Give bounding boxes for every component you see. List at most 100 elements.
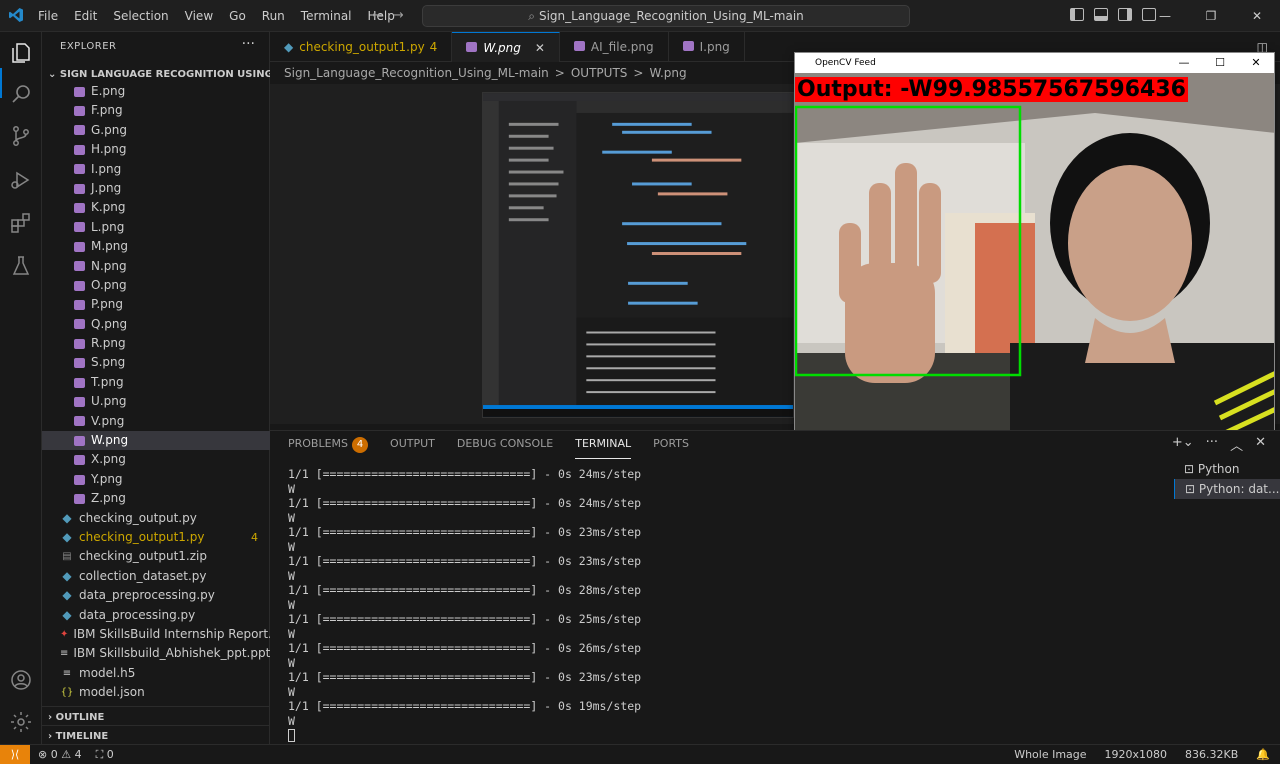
breadcrumb-root[interactable]: Sign_Language_Recognition_Using_ML-main <box>284 62 549 84</box>
tree-item[interactable]: G.png <box>42 121 270 140</box>
tree-item[interactable]: O.png <box>42 276 270 295</box>
tree-item[interactable]: ◆ checking_output.py <box>42 509 270 528</box>
tree-item[interactable]: F.png <box>42 101 270 120</box>
toggle-panel-icon[interactable] <box>1094 8 1108 21</box>
tab-problems[interactable]: PROBLEMS 4 <box>288 437 369 459</box>
minimize-icon[interactable]: — <box>1142 0 1188 32</box>
notifications-bell-icon[interactable]: 🔔 <box>1256 745 1270 764</box>
tree-item[interactable]: ✦ IBM SkillsBuild Internship Report.pdf <box>42 625 291 644</box>
opencv-maximize-icon[interactable]: ☐ <box>1202 53 1238 73</box>
close-tab-icon[interactable]: ✕ <box>535 41 545 55</box>
editor-tab[interactable]: ◆ checking_output1.py 4 <box>270 32 453 62</box>
tree-item[interactable]: ▤ checking_output1.zip <box>42 547 270 566</box>
tree-item[interactable]: N.png <box>42 257 270 276</box>
tree-item[interactable]: S.png <box>42 353 270 372</box>
tree-item[interactable]: X.png <box>42 450 270 469</box>
ports-status[interactable]: ⛶ 0 <box>96 745 114 764</box>
tab-terminal[interactable]: TERMINAL <box>575 437 632 459</box>
toggle-secondary-sidebar-icon[interactable] <box>1118 8 1132 21</box>
editor-tab-label: AI_file.png <box>590 40 654 54</box>
problems-count-badge: 4 <box>352 437 369 453</box>
tree-item[interactable]: ◆ collection_dataset.py <box>42 567 270 586</box>
tree-item[interactable]: {} model.json <box>42 683 270 702</box>
tree-item[interactable]: ≡ model.h5 <box>42 664 270 683</box>
zip-file-icon: ▤ <box>62 551 72 563</box>
vscode-logo-icon <box>9 8 23 22</box>
terminal-output[interactable]: 1/1 [==============================] - 0… <box>288 467 1158 743</box>
tree-item[interactable]: ≡ IBM Skillsbuild_Abhishek_ppt.pptx <box>42 644 277 663</box>
python-icon: ◆ <box>284 40 294 54</box>
image-preview-screenshot[interactable] <box>482 92 794 418</box>
tree-item-label: Y.png <box>91 471 123 486</box>
toggle-sidebar-icon[interactable] <box>1070 8 1084 21</box>
image-icon <box>682 40 694 54</box>
opencv-minimize-icon[interactable]: — <box>1166 53 1202 73</box>
menu-run[interactable]: Run <box>254 0 293 32</box>
search-view-icon[interactable] <box>9 82 33 106</box>
breadcrumb-separator: > <box>554 66 565 80</box>
tree-item[interactable]: ◆ data_processing.py <box>42 606 270 625</box>
tree-item[interactable]: Y.png <box>42 470 270 489</box>
testing-flask-icon[interactable] <box>9 254 33 278</box>
tree-item[interactable]: I.png <box>42 160 270 179</box>
command-center-search[interactable]: ⌕ Sign_Language_Recognition_Using_ML-main <box>422 5 910 27</box>
opencv-feed-window[interactable]: OpenCV Feed — ☐ ✕ Output: -W99.985575675… <box>794 52 1275 435</box>
tree-item[interactable]: M.png <box>42 237 270 256</box>
tree-item[interactable]: V.png <box>42 412 270 431</box>
menu-view[interactable]: View <box>177 0 221 32</box>
tab-ports[interactable]: PORTS <box>653 437 689 459</box>
problems-status[interactable]: ⊗ 0 ⚠ 4 <box>38 745 82 764</box>
image-zoom-status[interactable]: Whole Image <box>1014 745 1086 764</box>
tree-item[interactable]: ◆ checking_output1.py 4 <box>42 528 270 547</box>
back-arrow-icon[interactable]: ← <box>372 8 383 23</box>
account-icon[interactable] <box>9 668 33 692</box>
tree-item-label: S.png <box>91 355 126 370</box>
remote-indicator-icon[interactable]: ⟩⟨ <box>0 745 30 764</box>
run-debug-icon[interactable] <box>9 168 33 192</box>
menu-edit[interactable]: Edit <box>66 0 105 32</box>
terminal-item-python[interactable]: ⊡ Python <box>1174 459 1280 479</box>
settings-gear-icon[interactable] <box>9 710 33 734</box>
tree-item[interactable]: Q.png <box>42 315 270 334</box>
tree-item[interactable]: T.png <box>42 373 270 392</box>
breadcrumb-folder[interactable]: OUTPUTS <box>571 62 628 84</box>
extensions-icon[interactable] <box>9 211 33 235</box>
editor-tab[interactable]: I.png <box>669 32 745 62</box>
source-control-icon[interactable] <box>9 124 33 148</box>
tab-debug-console[interactable]: DEBUG CONSOLE <box>457 437 553 459</box>
tree-item[interactable]: P.png <box>42 295 270 314</box>
close-panel-icon[interactable]: ✕ <box>1255 435 1266 454</box>
tree-item[interactable]: Z.png <box>42 489 270 508</box>
tree-item[interactable]: E.png <box>42 82 270 101</box>
tree-item[interactable]: ◆ data_preprocessing.py <box>42 586 270 605</box>
close-window-icon[interactable]: ✕ <box>1234 0 1280 32</box>
problem-count-badge: 4 <box>251 530 258 544</box>
chevron-right-icon: › <box>48 731 56 742</box>
menu-go[interactable]: Go <box>221 0 254 32</box>
tree-item[interactable]: H.png <box>42 140 270 159</box>
tree-item-label: data_preprocessing.py <box>79 588 215 603</box>
tree-item[interactable]: W.png <box>42 431 270 451</box>
menu-selection[interactable]: Selection <box>105 0 176 32</box>
chevron-right-icon: › <box>48 712 56 723</box>
new-terminal-icon[interactable]: +⌄ <box>1172 435 1194 454</box>
maximize-panel-icon[interactable]: ︿ <box>1230 435 1243 454</box>
editor-tab[interactable]: W.png ✕ <box>452 32 560 62</box>
tree-item[interactable]: L.png <box>42 218 270 237</box>
tree-item[interactable]: K.png <box>42 198 270 217</box>
tree-item[interactable]: J.png <box>42 179 270 198</box>
more-actions-icon[interactable]: ··· <box>242 36 255 52</box>
tree-item[interactable]: R.png <box>42 334 270 353</box>
tree-item[interactable]: U.png <box>42 392 270 411</box>
tab-output[interactable]: OUTPUT <box>390 437 435 459</box>
menu-terminal[interactable]: Terminal <box>293 0 360 32</box>
restore-icon[interactable]: ❐ <box>1188 0 1234 32</box>
menu-file[interactable]: File <box>30 0 66 32</box>
editor-tab[interactable]: AI_file.png <box>560 32 669 62</box>
opencv-close-icon[interactable]: ✕ <box>1238 53 1274 73</box>
explorer-icon[interactable] <box>9 41 33 65</box>
breadcrumb-file[interactable]: W.png <box>649 62 686 84</box>
more-icon[interactable]: ··· <box>1206 435 1218 454</box>
forward-arrow-icon[interactable]: → <box>393 8 404 23</box>
terminal-item-python-dataset[interactable]: ⊡ Python: dat... <box>1174 479 1280 499</box>
